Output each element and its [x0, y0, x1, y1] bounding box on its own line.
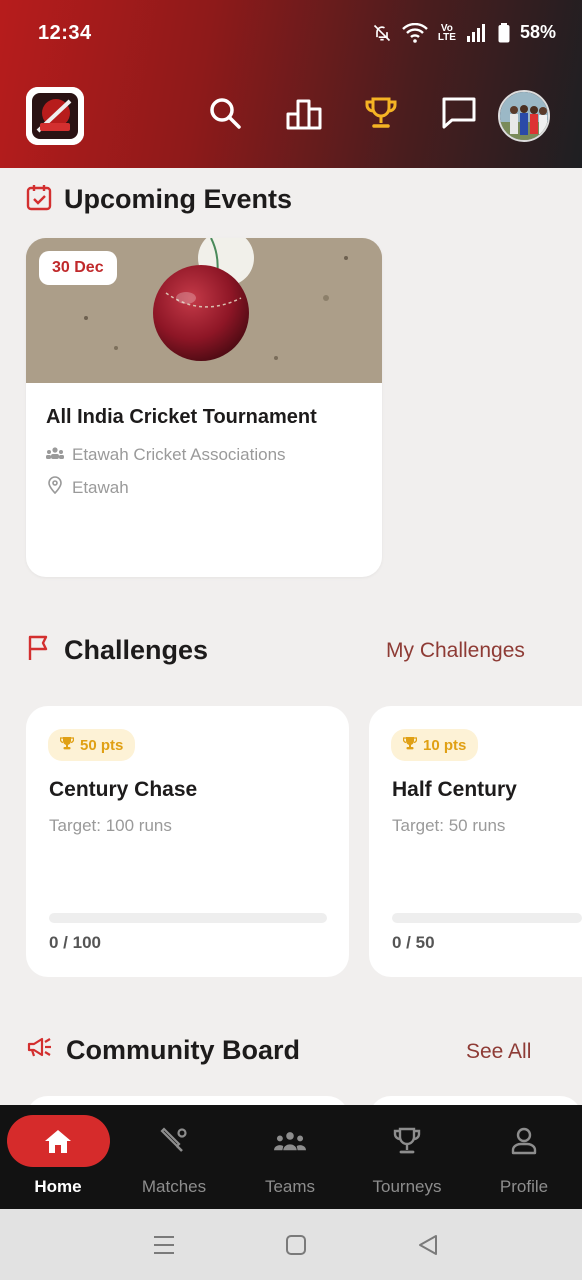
system-nav-bar — [0, 1209, 582, 1280]
nav-profile[interactable]: Profile — [466, 1105, 582, 1209]
nav-label: Matches — [141, 1177, 207, 1196]
location-pin-icon — [46, 476, 64, 499]
event-title: All India Cricket Tournament — [46, 406, 317, 428]
group-icon — [274, 1125, 306, 1157]
battery-percent: 58% — [519, 22, 556, 42]
status-bar: 12:34 Vo LTE 58% — [0, 0, 582, 70]
challenge-target: Target: 50 runs — [392, 816, 506, 835]
nav-label: Tourneys — [372, 1177, 442, 1196]
nav-teams[interactable]: Teams — [232, 1105, 348, 1209]
challenge-progress-text: 0 / 50 — [392, 933, 435, 952]
points-text: 10 pts — [423, 736, 467, 754]
nav-tourneys[interactable]: Tourneys — [349, 1105, 465, 1209]
progress-bar — [392, 913, 582, 923]
nav-label: Profile — [499, 1177, 549, 1196]
see-all-link[interactable]: See All — [466, 1040, 531, 1064]
nav-home[interactable]: Home — [0, 1105, 116, 1209]
trophy-icon — [402, 736, 418, 754]
group-icon — [46, 445, 64, 465]
event-date-badge: 30 Dec — [39, 251, 117, 285]
menu-icon[interactable] — [150, 1231, 178, 1259]
event-organizer: Etawah Cricket Associations — [46, 445, 286, 465]
trophy-icon — [391, 1125, 423, 1157]
event-organizer-text: Etawah Cricket Associations — [72, 445, 286, 464]
challenges-header: Challenges — [26, 634, 208, 667]
back-triangle-icon[interactable] — [414, 1231, 442, 1259]
wifi-icon — [401, 22, 428, 43]
volte-line2: LTE — [437, 31, 456, 43]
megaphone-icon — [26, 1035, 54, 1066]
challenge-title: Century Chase — [49, 778, 198, 801]
volte-indicator: Vo LTE — [437, 23, 456, 43]
home-square-icon[interactable] — [282, 1231, 310, 1259]
points-text: 50 pts — [80, 736, 124, 754]
community-board-header: Community Board — [26, 1035, 300, 1066]
my-challenges-link[interactable]: My Challenges — [386, 639, 525, 663]
chat-icon[interactable] — [441, 96, 477, 135]
battery-icon — [498, 22, 510, 43]
calendar-check-icon — [26, 183, 52, 216]
challenge-card[interactable]: 10 pts Half Century Target: 50 runs 0 / … — [369, 706, 582, 977]
nav-matches[interactable]: Matches — [116, 1105, 232, 1209]
challenge-card[interactable]: 50 pts Century Chase Target: 100 runs 0 … — [26, 706, 349, 977]
trophy-icon — [59, 736, 75, 754]
nav-label: Home — [34, 1177, 82, 1196]
event-card[interactable]: 30 Dec All India Cricket Tournament Etaw… — [26, 238, 382, 577]
event-location: Etawah — [46, 476, 129, 499]
status-time: 12:34 — [38, 22, 92, 44]
app-logo[interactable] — [26, 87, 84, 145]
section-title-upcoming: Upcoming Events — [64, 184, 293, 214]
cricket-bat-icon — [158, 1125, 190, 1157]
search-icon[interactable] — [208, 96, 242, 135]
bottom-nav: Home Matches Teams Tourneys Profile — [0, 1105, 582, 1209]
points-badge: 50 pts — [48, 729, 136, 761]
status-icons: Vo LTE 58% — [372, 22, 556, 43]
challenge-title: Half Century — [392, 778, 517, 801]
mute-bell-icon — [372, 23, 392, 43]
app-header: 12:34 Vo LTE 58% — [0, 0, 582, 168]
event-location-text: Etawah — [72, 477, 129, 497]
signal-icon — [466, 23, 488, 43]
challenge-progress-text: 0 / 100 — [49, 933, 101, 952]
section-title-community: Community Board — [66, 1035, 301, 1065]
nav-label: Teams — [264, 1177, 316, 1196]
person-icon — [508, 1125, 540, 1157]
points-badge: 10 pts — [391, 729, 479, 761]
avatar[interactable] — [498, 90, 550, 142]
trophy-icon[interactable] — [364, 96, 398, 135]
progress-bar — [49, 913, 327, 923]
home-icon — [42, 1125, 74, 1157]
leaderboard-icon[interactable] — [286, 96, 322, 135]
flag-icon — [26, 634, 52, 667]
challenge-target: Target: 100 runs — [49, 816, 172, 835]
section-title-challenges: Challenges — [64, 635, 209, 665]
upcoming-events-header: Upcoming Events — [26, 183, 292, 216]
